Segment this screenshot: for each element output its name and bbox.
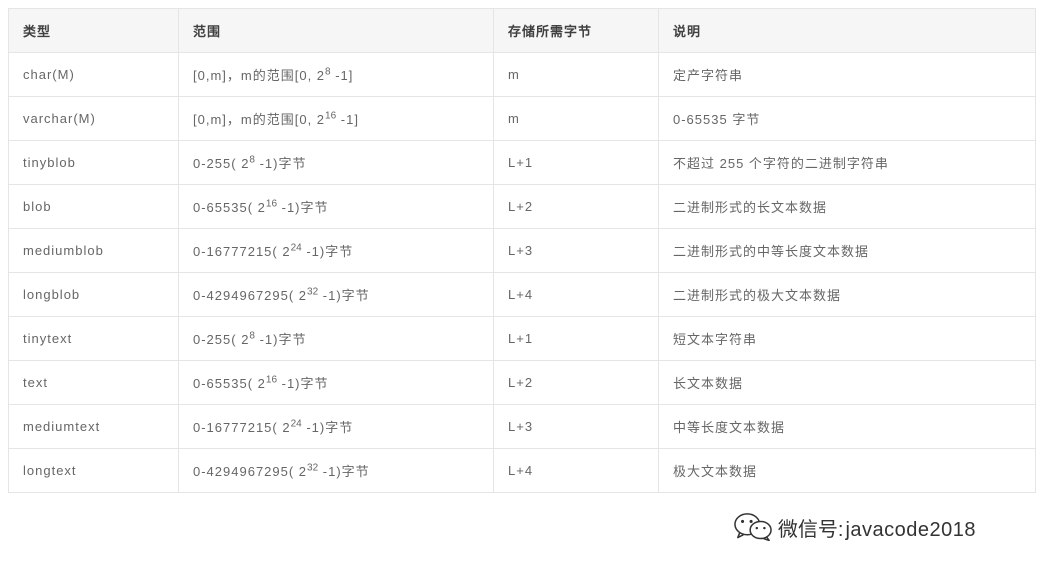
header-range: 范围 [179,9,494,53]
string-types-table: 类型 范围 存储所需字节 说明 char(M)[0,m]，m的范围[0, 28 … [8,8,1036,493]
range-pre: 0-65535( 2 [193,200,266,215]
cell-type: longblob [9,273,179,317]
table-row: mediumblob0-16777215( 224 -1)字节L+3二进制形式的… [9,229,1036,273]
cell-type: tinytext [9,317,179,361]
range-post: -1)字节 [318,288,370,303]
range-post: -1] [331,68,354,83]
cell-desc: 中等长度文本数据 [659,405,1036,449]
cell-storage: L+1 [494,317,659,361]
cell-range: 0-255( 28 -1)字节 [179,317,494,361]
cell-desc: 不超过 255 个字符的二进制字符串 [659,141,1036,185]
footer-text: 微信号: javacode2018 [778,513,976,542]
cell-type: mediumtext [9,405,179,449]
range-exponent: 32 [307,463,318,474]
cell-type: text [9,361,179,405]
cell-range: 0-255( 28 -1)字节 [179,141,494,185]
cell-storage: m [494,97,659,141]
cell-storage: L+4 [494,273,659,317]
range-exponent: 16 [266,199,277,210]
table-row: tinyblob0-255( 28 -1)字节L+1不超过 255 个字符的二进… [9,141,1036,185]
footer: 微信号: javacode2018 [8,511,1036,543]
cell-type: tinyblob [9,141,179,185]
table-row: longblob0-4294967295( 232 -1)字节L+4二进制形式的… [9,273,1036,317]
cell-storage: L+2 [494,361,659,405]
range-exponent: 16 [325,111,336,122]
range-pre: [0,m]，m的范围[0, 2 [193,112,325,127]
range-pre: 0-16777215( 2 [193,244,291,259]
table-row: varchar(M)[0,m]，m的范围[0, 216 -1]m0-65535 … [9,97,1036,141]
cell-storage: L+3 [494,405,659,449]
range-post: -1)字节 [318,464,370,479]
table-row: blob0-65535( 216 -1)字节L+2二进制形式的长文本数据 [9,185,1036,229]
cell-storage: m [494,53,659,97]
cell-storage: L+4 [494,449,659,493]
footer-value: javacode2018 [845,519,976,542]
range-pre: 0-65535( 2 [193,376,266,391]
cell-desc: 二进制形式的中等长度文本数据 [659,229,1036,273]
cell-storage: L+3 [494,229,659,273]
range-exponent: 32 [307,287,318,298]
cell-type: char(M) [9,53,179,97]
header-storage: 存储所需字节 [494,9,659,53]
range-post: -1)字节 [277,200,329,215]
table-row: char(M)[0,m]，m的范围[0, 28 -1]m定产字符串 [9,53,1036,97]
cell-range: 0-65535( 216 -1)字节 [179,361,494,405]
table-row: text0-65535( 216 -1)字节L+2长文本数据 [9,361,1036,405]
cell-range: 0-4294967295( 232 -1)字节 [179,449,494,493]
cell-range: [0,m]，m的范围[0, 216 -1] [179,97,494,141]
range-pre: 0-16777215( 2 [193,420,291,435]
range-exponent: 16 [266,375,277,386]
table-row: mediumtext0-16777215( 224 -1)字节L+3中等长度文本… [9,405,1036,449]
cell-range: [0,m]，m的范围[0, 28 -1] [179,53,494,97]
range-pre: 0-4294967295( 2 [193,288,307,303]
cell-range: 0-16777215( 224 -1)字节 [179,229,494,273]
cell-desc: 长文本数据 [659,361,1036,405]
range-post: -1)字节 [302,244,354,259]
header-desc: 说明 [659,9,1036,53]
cell-type: longtext [9,449,179,493]
cell-type: mediumblob [9,229,179,273]
table-row: longtext0-4294967295( 232 -1)字节L+4极大文本数据 [9,449,1036,493]
range-pre: [0,m]，m的范围[0, 2 [193,68,325,83]
cell-range: 0-4294967295( 232 -1)字节 [179,273,494,317]
cell-range: 0-65535( 216 -1)字节 [179,185,494,229]
table-row: tinytext0-255( 28 -1)字节L+1短文本字符串 [9,317,1036,361]
range-post: -1] [336,112,359,127]
range-post: -1)字节 [255,332,307,347]
cell-range: 0-16777215( 224 -1)字节 [179,405,494,449]
cell-desc: 0-65535 字节 [659,97,1036,141]
cell-type: blob [9,185,179,229]
cell-desc: 短文本字符串 [659,317,1036,361]
cell-storage: L+2 [494,185,659,229]
range-exponent: 24 [291,419,302,430]
range-post: -1)字节 [255,156,307,171]
range-exponent: 24 [291,243,302,254]
cell-desc: 定产字符串 [659,53,1036,97]
footer-label: 微信号: [778,513,844,542]
cell-desc: 极大文本数据 [659,449,1036,493]
cell-desc: 二进制形式的长文本数据 [659,185,1036,229]
range-post: -1)字节 [277,376,329,391]
range-pre: 0-255( 2 [193,332,249,347]
cell-storage: L+1 [494,141,659,185]
range-post: -1)字节 [302,420,354,435]
cell-desc: 二进制形式的极大文本数据 [659,273,1036,317]
range-pre: 0-255( 2 [193,156,249,171]
wechat-icon [734,511,772,543]
cell-type: varchar(M) [9,97,179,141]
header-type: 类型 [9,9,179,53]
range-pre: 0-4294967295( 2 [193,464,307,479]
table-header-row: 类型 范围 存储所需字节 说明 [9,9,1036,53]
